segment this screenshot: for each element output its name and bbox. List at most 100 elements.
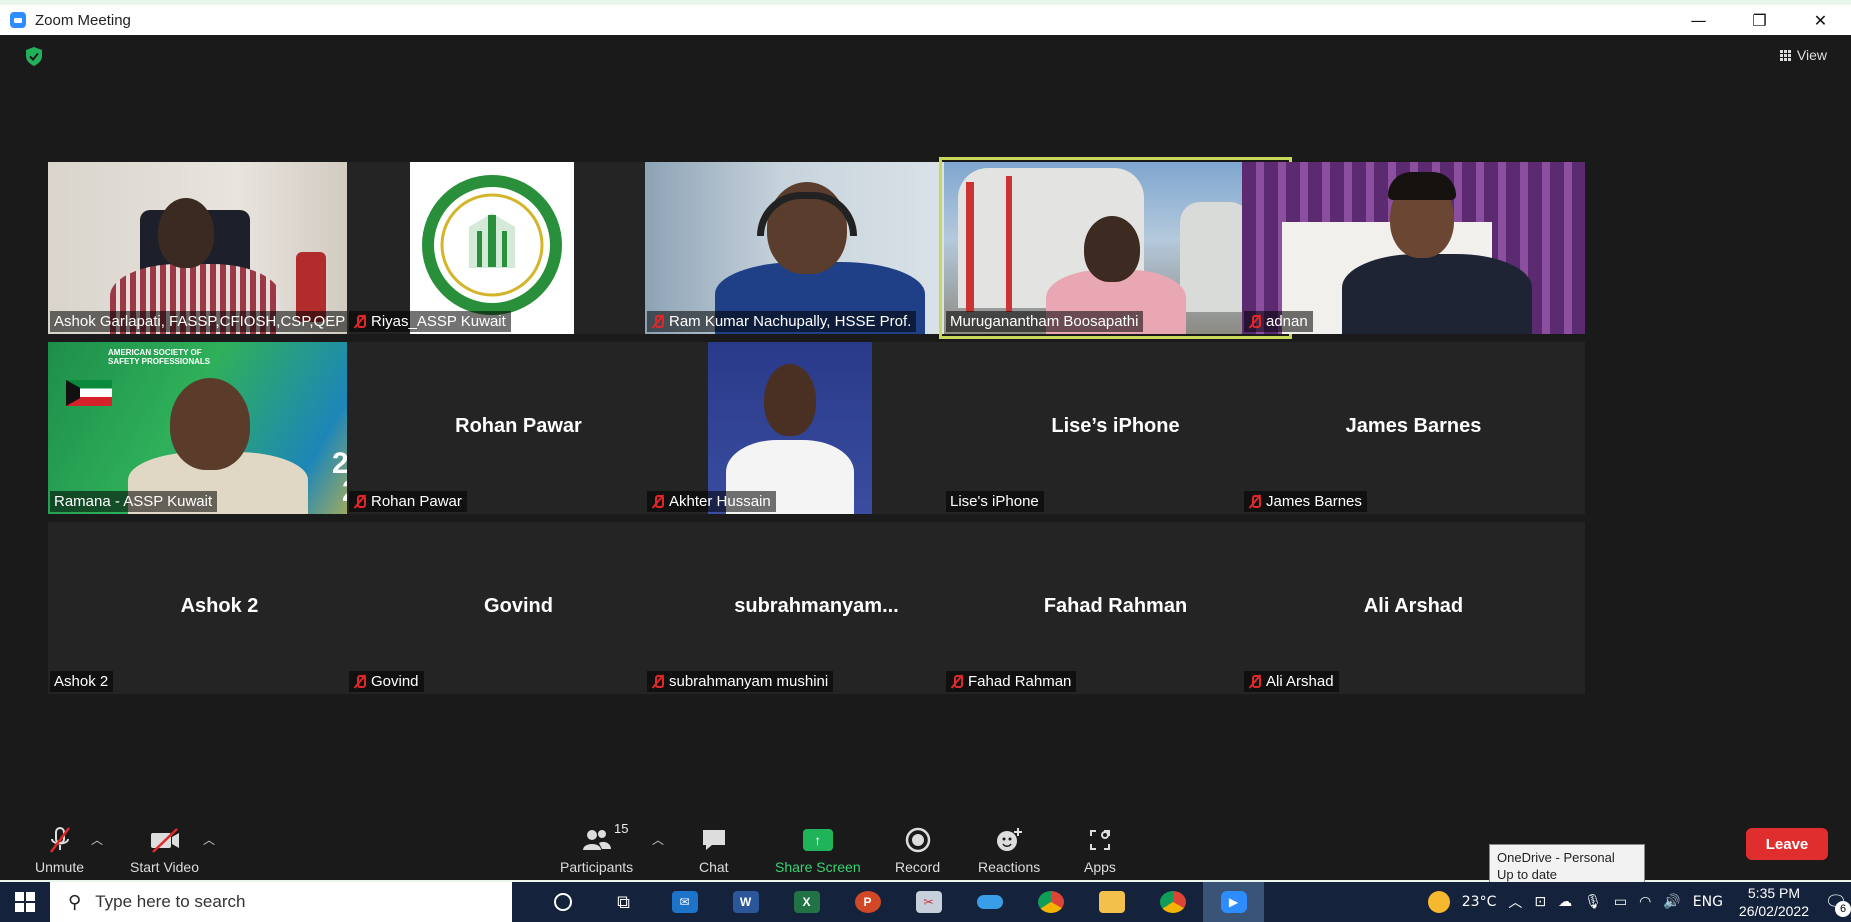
mic-muted-icon — [353, 314, 367, 329]
record-icon — [904, 825, 932, 855]
participant-tile[interactable]: Ram Kumar Nachupally, HSSE Prof. — [645, 162, 988, 334]
participant-video — [347, 162, 690, 334]
share-screen-button[interactable]: ↑ Share Screen — [775, 825, 861, 875]
weather-temp[interactable]: 23°C — [1462, 894, 1497, 910]
tooltip-line-2: Up to date — [1497, 867, 1557, 882]
participant-name-large: Rohan Pawar — [455, 414, 582, 437]
mail-icon[interactable]: ✉ — [654, 882, 715, 922]
participant-tile[interactable]: AMERICAN SOCIETY OF SAFETY PROFESSIONALS… — [48, 342, 391, 514]
zoom-app-icon — [10, 12, 26, 28]
participant-name-large: Govind — [484, 594, 553, 617]
participant-tile[interactable]: Ashok Garlapati, FASSP,CFIOSH,CSP,QEP — [48, 162, 391, 334]
search-icon: ⚲ — [68, 891, 82, 913]
participant-nametag: Govind — [349, 671, 424, 692]
title-bar: Zoom Meeting — ❐ ✕ — [0, 5, 1851, 35]
participant-name-large: Fahad Rahman — [1043, 594, 1188, 617]
chrome-icon[interactable] — [1142, 882, 1203, 922]
participant-tile[interactable]: Fahad Rahman Fahad Rahman — [944, 522, 1287, 694]
participant-nametag: James Barnes — [1244, 491, 1367, 512]
participants-count: 15 — [614, 821, 629, 836]
audio-options-caret[interactable]: ︿ — [91, 831, 103, 848]
snip-icon[interactable]: ✂ — [898, 882, 959, 922]
meeting-area: View Ashok Garlapati, FASSP,CFIOSH,CSP,Q… — [7, 35, 1843, 880]
participant-tile[interactable]: Riyas_ASSP Kuwait — [347, 162, 690, 334]
participant-tile[interactable]: Ali Arshad Ali Arshad — [1242, 522, 1585, 694]
mic-muted-icon — [353, 494, 367, 509]
record-button[interactable]: Record — [895, 825, 940, 875]
close-button[interactable]: ✕ — [1790, 5, 1851, 35]
window-title: Zoom Meeting — [35, 11, 131, 29]
participant-nametag: subrahmanyam mushini — [647, 671, 834, 692]
assp-kuwait-logo — [422, 175, 562, 315]
leave-button[interactable]: Leave — [1746, 828, 1828, 860]
cortana-icon[interactable] — [532, 882, 593, 922]
unmute-button[interactable]: Unmute — [35, 825, 84, 875]
microphone-icon[interactable]: 🎙 — [1584, 894, 1602, 910]
chrome-profile-icon[interactable] — [1020, 882, 1081, 922]
participant-tile[interactable]: James Barnes James Barnes — [1242, 342, 1585, 514]
mic-muted-icon — [651, 494, 665, 509]
participant-tile[interactable]: Rohan Pawar Rohan Pawar — [347, 342, 690, 514]
participant-video: AMERICAN SOCIETY OF SAFETY PROFESSIONALS… — [48, 342, 391, 514]
chat-icon — [700, 825, 728, 855]
participants-button[interactable]: 15 Participants — [560, 821, 633, 875]
participant-tile[interactable]: Lise’s iPhone Lise's iPhone — [944, 342, 1287, 514]
onedrive-tray-icon[interactable]: ☁ — [1558, 894, 1572, 910]
taskbar-search-box[interactable]: ⚲ Type here to search — [50, 882, 512, 922]
show-hidden-icons[interactable]: ︿ — [1508, 892, 1522, 912]
participant-video — [48, 162, 391, 334]
windows-logo-icon — [15, 892, 35, 912]
mic-muted-icon — [1248, 314, 1262, 329]
participant-tile[interactable]: Ashok 2 Ashok 2 — [48, 522, 391, 694]
apps-icon — [1086, 825, 1114, 855]
participants-icon — [580, 825, 614, 855]
participant-tile[interactable]: Govind Govind — [347, 522, 690, 694]
start-video-button[interactable]: Start Video — [130, 825, 199, 875]
task-view-icon[interactable]: ⧉ — [593, 882, 654, 922]
meet-now-icon[interactable]: ⊡ — [1534, 894, 1546, 910]
participant-name-large: Ali Arshad — [1363, 594, 1464, 617]
restore-button[interactable]: ❐ — [1729, 5, 1790, 35]
view-button[interactable]: View — [1779, 44, 1827, 66]
weather-icon[interactable] — [1427, 891, 1450, 913]
participant-tile[interactable]: subrahmanyam... subrahmanyam mushini — [645, 522, 988, 694]
mic-muted-icon — [45, 825, 75, 855]
participant-tile[interactable]: Akhter Hussain — [645, 342, 988, 514]
chat-button[interactable]: Chat — [699, 825, 729, 875]
notification-center-button[interactable]: 🗨 6 — [1821, 882, 1851, 922]
banner-org-text: AMERICAN SOCIETY OF SAFETY PROFESSIONALS — [108, 348, 211, 366]
powerpoint-icon[interactable]: P — [837, 882, 898, 922]
clock-date: 26/02/2022 — [1738, 903, 1809, 919]
video-off-icon — [149, 825, 181, 855]
participant-name-large: Ashok 2 — [180, 594, 259, 617]
battery-icon[interactable]: ▭ — [1614, 894, 1627, 910]
video-options-caret[interactable]: ︿ — [203, 831, 215, 848]
view-label: View — [1796, 47, 1827, 63]
wifi-icon[interactable]: ◠ — [1639, 894, 1651, 910]
participant-video — [645, 342, 988, 514]
reactions-button[interactable]: Reactions — [978, 825, 1040, 875]
language-indicator[interactable]: ENG — [1693, 894, 1723, 910]
window-controls: — ❐ ✕ — [1668, 5, 1851, 35]
mic-muted-icon — [651, 314, 665, 329]
minimize-button[interactable]: — — [1668, 5, 1729, 35]
file-explorer-icon[interactable] — [1081, 882, 1142, 922]
volume-icon[interactable]: 🔊 — [1663, 894, 1680, 910]
word-icon[interactable]: W — [715, 882, 776, 922]
zoom-icon[interactable]: ▶ — [1203, 882, 1264, 922]
participant-nametag: adnan — [1244, 311, 1313, 332]
grid-view-icon — [1779, 49, 1791, 61]
participant-nametag: Akhter Hussain — [647, 491, 776, 512]
participants-options-caret[interactable]: ︿ — [652, 831, 664, 848]
taskbar-clock[interactable]: 5:35 PM 26/02/2022 — [1739, 884, 1809, 920]
clock-time: 5:35 PM — [1747, 885, 1801, 901]
participant-tile[interactable]: adnan — [1242, 162, 1585, 334]
excel-icon[interactable]: X — [776, 882, 837, 922]
start-button[interactable] — [0, 882, 50, 922]
onedrive-icon[interactable] — [959, 882, 1020, 922]
participant-tile-active-speaker[interactable]: Muruganantham Boosapathi — [939, 157, 1292, 339]
participant-nametag: Lise's iPhone — [946, 491, 1044, 512]
participant-nametag: Ali Arshad — [1244, 671, 1339, 692]
apps-button[interactable]: Apps — [1084, 825, 1116, 875]
encryption-shield-icon[interactable] — [25, 47, 43, 66]
